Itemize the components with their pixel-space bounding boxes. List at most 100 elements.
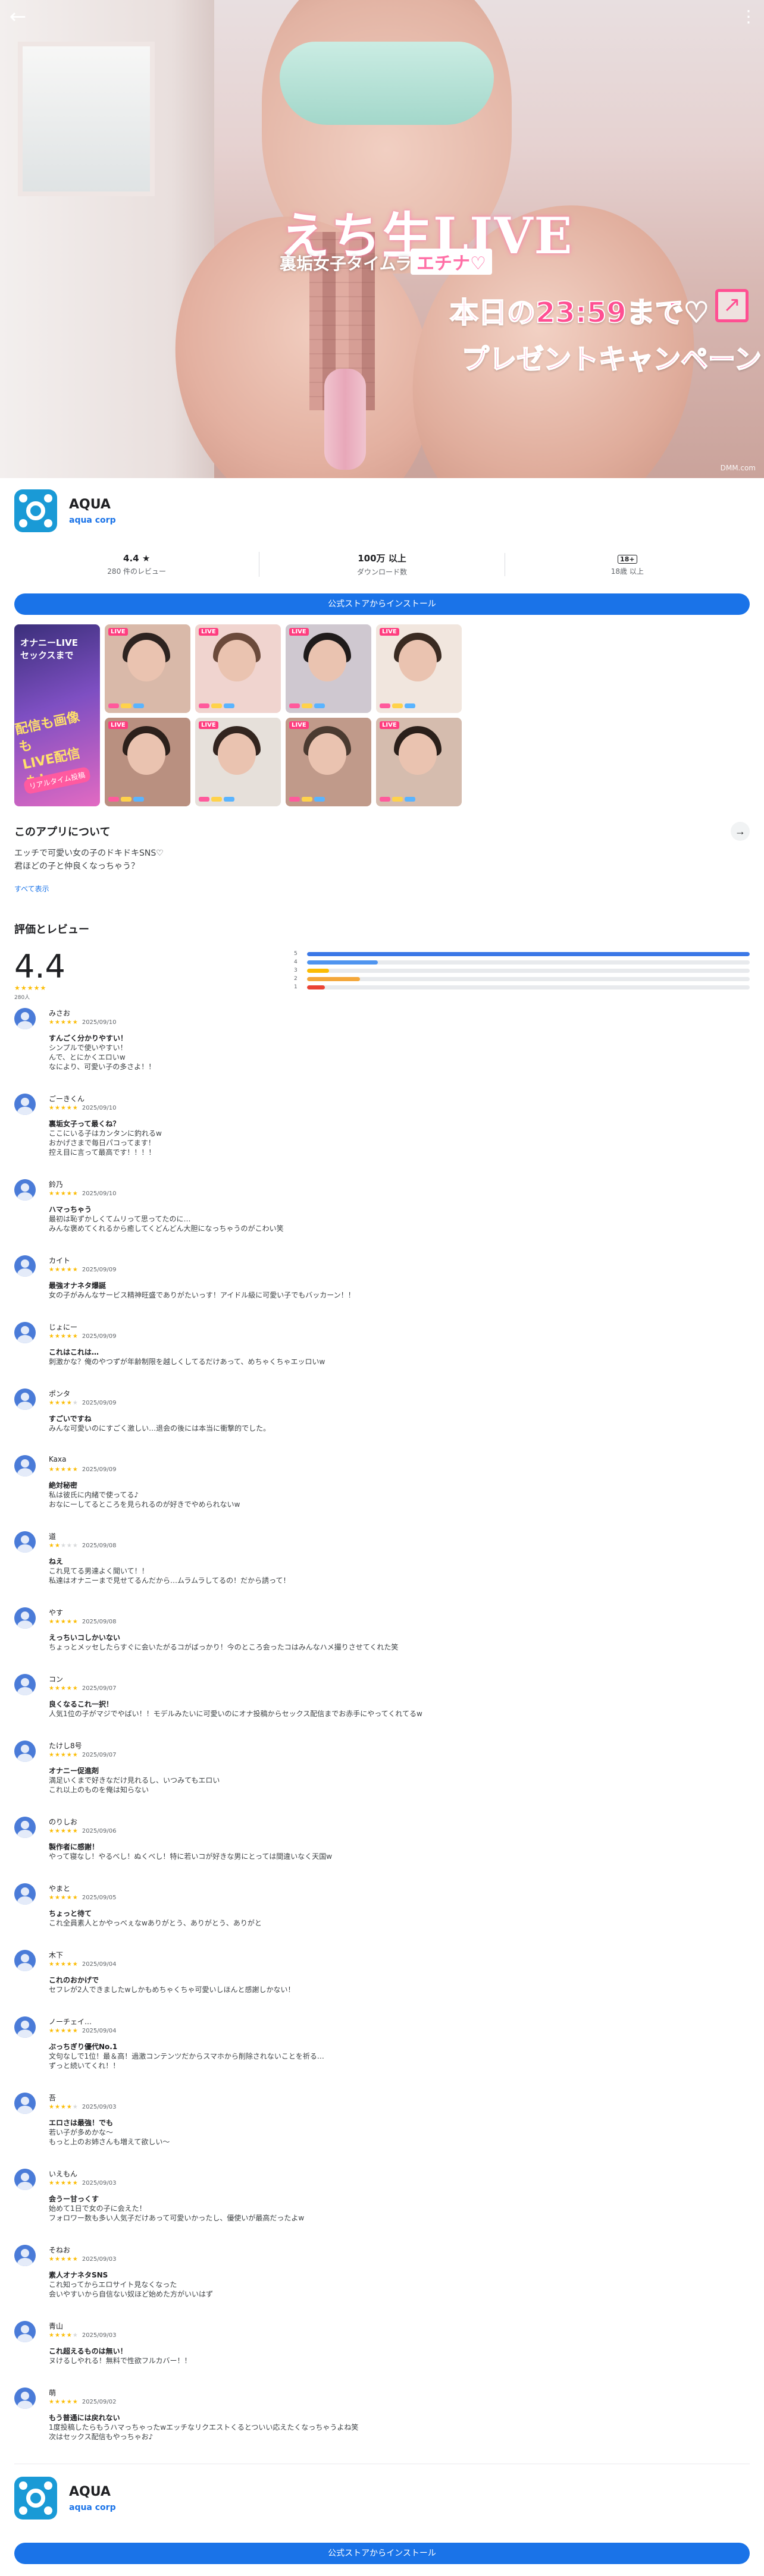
install-button[interactable]: 公式ストアからインストール bbox=[14, 593, 750, 615]
hero-promo-line1: 本日の23:59まで♡ bbox=[449, 296, 710, 330]
review-author: Kaxa bbox=[49, 1455, 67, 1463]
review-title: これはこれは… bbox=[49, 1348, 99, 1356]
avatar bbox=[14, 1531, 36, 1553]
tag-chip bbox=[405, 797, 415, 802]
review-title: すんごく分かりやすい！ bbox=[49, 1034, 128, 1042]
review-meta: ★★★★★ 2025/09/07 bbox=[49, 1683, 750, 1693]
arrow-forward-icon[interactable]: → bbox=[731, 822, 750, 841]
live-badge: LIVE bbox=[380, 721, 399, 729]
avatar bbox=[14, 2093, 36, 2114]
more-vert-icon[interactable]: ⋮ bbox=[738, 5, 759, 29]
screenshot-carousel[interactable]: オナニーLIVE セックスまで 配信も画像も LIVE配信も! リアルタイム投稿… bbox=[14, 624, 750, 806]
review-date: 2025/09/07 bbox=[82, 1751, 117, 1758]
screenshot-tile-face bbox=[308, 733, 346, 775]
tag-chip bbox=[211, 797, 222, 802]
review-date: 2025/09/09 bbox=[82, 1266, 117, 1273]
review-item: いえもん ★★★★★ 2025/09/03 会うー甘っくす 始めて1日で女の子に会えた！… bbox=[14, 2169, 750, 2245]
review-title: これのおかげで bbox=[49, 1976, 99, 1984]
external-link-icon: ↗ bbox=[715, 289, 749, 322]
rating-bar-label: 2 bbox=[294, 976, 298, 982]
review-date: 2025/09/08 bbox=[82, 1542, 117, 1549]
review-text: ヌけるしやれる！無料で性欲フルカバー！！ bbox=[49, 2357, 192, 2365]
review-author: やす bbox=[49, 1609, 64, 1617]
footer-install-button[interactable]: 公式ストアからインストール bbox=[14, 2543, 750, 2564]
review-meta: ★★★★★ 2025/09/10 bbox=[49, 1189, 750, 1198]
review-text: 刺激かな？俺のやつずが年齢制限を越しくしてるだけあって、めちゃくちゃエッロいw bbox=[49, 1358, 325, 1366]
tag-chip bbox=[121, 703, 131, 708]
rating-bar-fill bbox=[307, 960, 378, 965]
footer-app-name: AQUA bbox=[69, 2484, 111, 2499]
review-item: ごーきくん ★★★★★ 2025/09/10 裏垢女子って最くね？ ここにいる子はカンタ… bbox=[14, 1094, 750, 1179]
screenshot-tile[interactable]: LIVE bbox=[105, 718, 190, 806]
see-all-link[interactable]: すべて表示 bbox=[14, 884, 750, 894]
review-text: みんな可愛いのにすごく激しい…退会の後には本当に衝撃的でした。 bbox=[49, 1424, 271, 1432]
review-meta: ★★★★★ 2025/09/09 bbox=[49, 1398, 750, 1408]
review-text: ここにいる子はカンタンに釣れるw おかげさまで毎日パコってます！ 控え目に言って… bbox=[49, 1129, 162, 1157]
age-rating-badge: 18+ bbox=[618, 554, 637, 564]
review-body: やまと ★★★★★ 2025/09/05 ちょっと待て これ全員素人とかやっべぇなwあり… bbox=[49, 1883, 750, 1928]
screenshot-tile[interactable]: LIVE bbox=[195, 624, 281, 713]
screenshot-tile[interactable]: LIVE bbox=[195, 718, 281, 806]
tag-chip bbox=[108, 703, 119, 708]
live-badge: LIVE bbox=[289, 721, 309, 729]
screenshot-tile[interactable]: LIVE bbox=[286, 718, 371, 806]
hero-promo[interactable]: 本日の23:59まで♡ プレゼントキャンペーン ↗ bbox=[449, 289, 762, 420]
screenshot-tile-face bbox=[218, 640, 256, 681]
review-stars: ★★★★★ bbox=[49, 1104, 79, 1111]
rating-bar-label: 4 bbox=[294, 959, 298, 965]
avatar bbox=[14, 1950, 36, 1971]
stat-downloads: 100万 以上 ダウンロード数 bbox=[259, 552, 504, 577]
footer-developer-link[interactable]: aqua corp bbox=[69, 2503, 116, 2512]
live-badge: LIVE bbox=[380, 628, 399, 636]
avatar bbox=[14, 1322, 36, 1343]
app-icon-dot bbox=[44, 494, 52, 502]
stat-rating-value: 4.4 ★ bbox=[123, 552, 151, 564]
rating-bar-row: 3 bbox=[294, 966, 750, 975]
review-date: 2025/09/04 bbox=[82, 2027, 117, 2034]
live-badge: LIVE bbox=[108, 628, 128, 636]
avatar bbox=[14, 1388, 36, 1410]
tag-chip bbox=[302, 797, 312, 802]
review-item: やす ★★★★★ 2025/09/08 えっちいコしかいない ちょっとメッセしたらすぐに… bbox=[14, 1607, 750, 1674]
tag-chip bbox=[289, 703, 300, 708]
screenshot-tile[interactable]: LIVE bbox=[376, 624, 462, 713]
avatar bbox=[14, 2245, 36, 2266]
review-date: 2025/09/10 bbox=[82, 1019, 117, 1026]
app-icon-dot bbox=[44, 519, 52, 527]
screenshot-tile[interactable]: LIVE bbox=[286, 624, 371, 713]
live-badge: LIVE bbox=[199, 721, 218, 729]
review-date: 2025/09/09 bbox=[82, 1399, 117, 1406]
app-icon-dot bbox=[19, 494, 27, 502]
about-header[interactable]: このアプリについて → bbox=[14, 822, 750, 841]
review-author: 吾 bbox=[49, 2094, 57, 2102]
review-body: カイト ★★★★★ 2025/09/09 最強オナネタ爆誕 女の子がみんなサービス精神旺… bbox=[49, 1255, 750, 1300]
review-text: セフレが2人できましたwしかもめちゃくちゃ可愛いしほんと感謝しかない！ bbox=[49, 1986, 295, 1994]
screenshot-tile[interactable]: LIVE bbox=[376, 718, 462, 806]
review-meta: ★★★★★ 2025/09/04 bbox=[49, 1959, 750, 1969]
ratings-summary: 4.4 ★★★★★ 280人 5 4 3 2 1 bbox=[14, 950, 750, 1001]
arrow-back-icon[interactable]: ← bbox=[6, 5, 30, 29]
review-title: 会うー甘っくす bbox=[49, 2195, 99, 2203]
screenshot-tile-face bbox=[399, 640, 437, 681]
review-date: 2025/09/09 bbox=[82, 1466, 117, 1473]
app-developer-link[interactable]: aqua corp bbox=[69, 516, 116, 525]
screenshot-tile[interactable]: LIVE bbox=[105, 624, 190, 713]
review-date: 2025/09/10 bbox=[82, 1190, 117, 1197]
screenshot-feature[interactable]: オナニーLIVE セックスまで 配信も画像も LIVE配信も! リアルタイム投稿 bbox=[14, 624, 100, 806]
review-author: カイト bbox=[49, 1256, 71, 1265]
avatar bbox=[14, 1094, 36, 1115]
review-stars: ★★★★★ bbox=[49, 1961, 79, 1968]
review-body: 道 ★★★★★ 2025/09/08 ねえ これ見てる男達よく聞いて！！ 私達はオナニー… bbox=[49, 1531, 750, 1585]
review-text: ちょっとメッセしたらすぐに会いたがるコがばっかり！今のところ会ったコはみんなハメ… bbox=[49, 1643, 399, 1651]
live-badge: LIVE bbox=[108, 721, 128, 729]
review-text: 満足いくまで好きなだけ見れるし、いつみてもエロい これ以上のものを俺は知らない bbox=[49, 1776, 220, 1794]
review-author: 青山 bbox=[49, 2322, 64, 2330]
review-author: 道 bbox=[49, 1532, 57, 1541]
rating-bar-label: 5 bbox=[294, 951, 298, 957]
review-body: 吾 ★★★★★ 2025/09/03 エロさは最強！でも 若い子が多めかな～ もっと上の… bbox=[49, 2093, 750, 2147]
review-author: 萌 bbox=[49, 2389, 57, 2397]
review-title: ハマっちゃう bbox=[49, 1205, 92, 1214]
hero-logo-badge: エチナ♡ bbox=[411, 249, 492, 275]
review-item: 道 ★★★★★ 2025/09/08 ねえ これ見てる男達よく聞いて！！ 私達はオナニー… bbox=[14, 1531, 750, 1607]
review-body: じょにー ★★★★★ 2025/09/09 これはこれは… 刺激かな？俺のやつずが年齢制… bbox=[49, 1322, 750, 1366]
